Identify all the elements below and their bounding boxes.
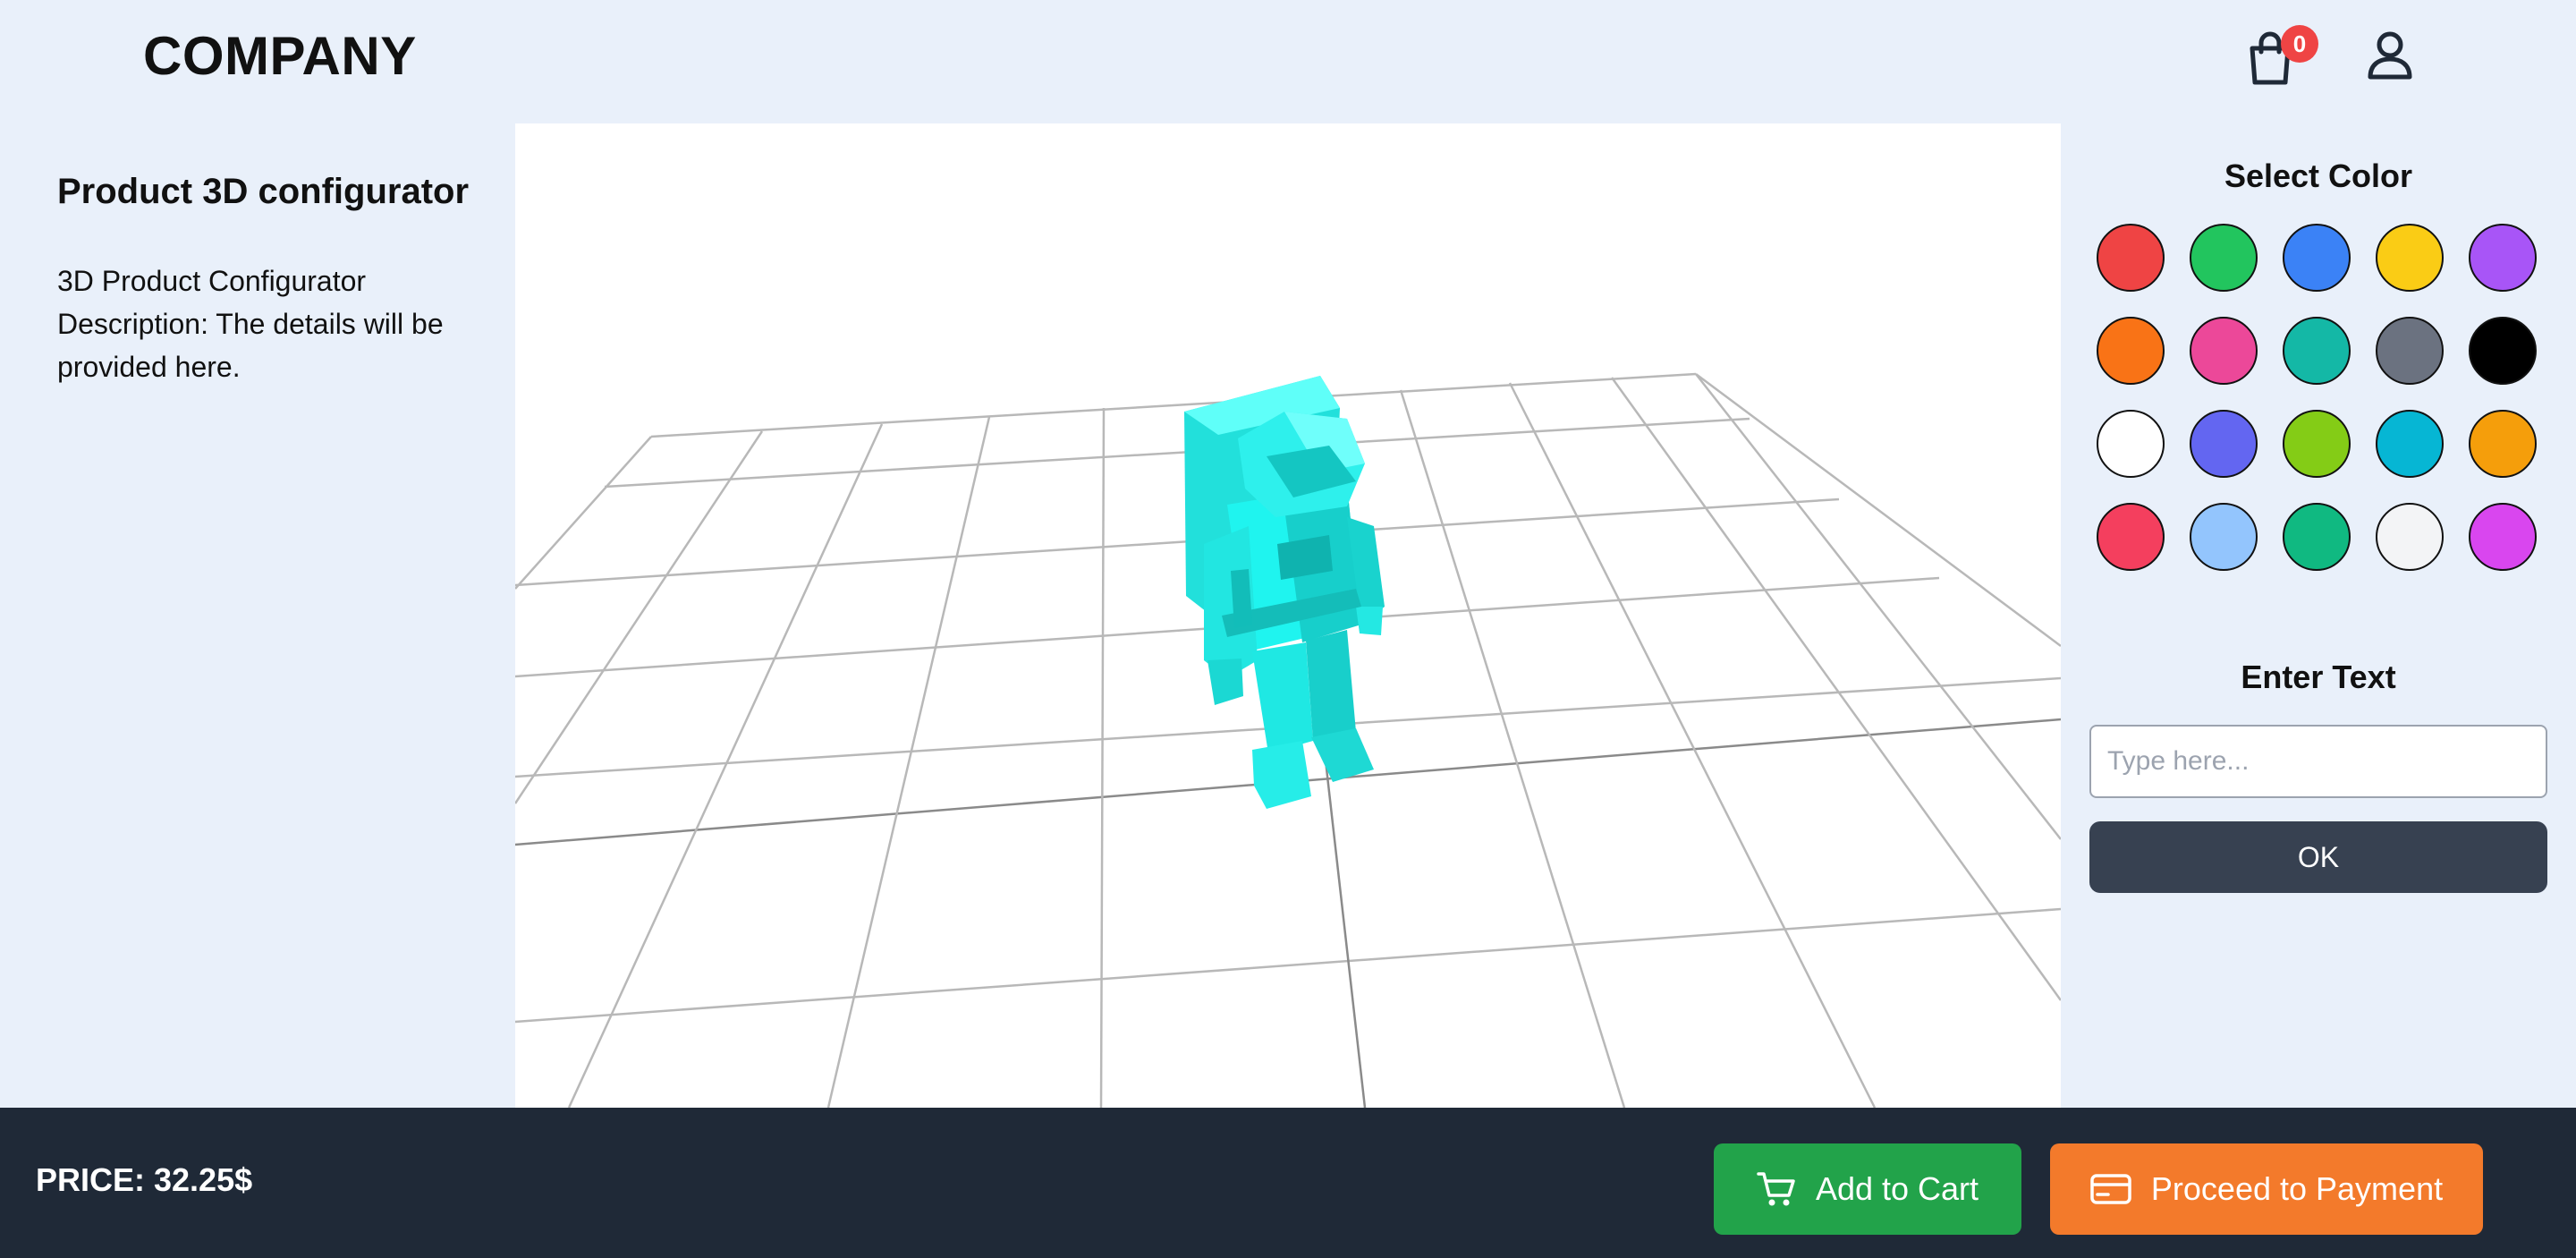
color-swatch[interactable] bbox=[2469, 317, 2537, 385]
select-color-title: Select Color bbox=[2224, 157, 2413, 194]
product-description: 3D Product Configurator Description: The… bbox=[57, 265, 444, 383]
color-swatch[interactable] bbox=[2283, 317, 2351, 385]
color-swatch[interactable] bbox=[2190, 503, 2258, 571]
color-swatch[interactable] bbox=[2190, 410, 2258, 478]
user-icon bbox=[2368, 31, 2412, 80]
add-to-cart-label: Add to Cart bbox=[1815, 1170, 1979, 1207]
3d-viewport[interactable] bbox=[515, 123, 2061, 1108]
color-swatch[interactable] bbox=[2097, 317, 2165, 385]
color-swatch[interactable] bbox=[2097, 224, 2165, 292]
cart-icon bbox=[1757, 1172, 1795, 1206]
product-title: Product 3D configurator bbox=[57, 172, 470, 211]
color-swatch[interactable] bbox=[2190, 224, 2258, 292]
color-swatch[interactable] bbox=[2097, 410, 2165, 478]
proceed-to-payment-button[interactable]: Proceed to Payment bbox=[2050, 1143, 2483, 1235]
custom-text-input[interactable] bbox=[2089, 725, 2547, 798]
color-swatch[interactable] bbox=[2097, 503, 2165, 571]
color-swatch[interactable] bbox=[2376, 503, 2444, 571]
color-swatch[interactable] bbox=[2469, 224, 2537, 292]
brand-logo[interactable]: COMPANY bbox=[143, 25, 417, 87]
color-swatch[interactable] bbox=[2283, 224, 2351, 292]
proceed-to-payment-label: Proceed to Payment bbox=[2150, 1170, 2444, 1207]
user-account-button[interactable] bbox=[2367, 30, 2413, 81]
enter-text-title: Enter Text bbox=[2241, 659, 2396, 695]
cart-count-badge: 0 bbox=[2281, 25, 2318, 63]
color-swatch[interactable] bbox=[2376, 317, 2444, 385]
color-swatch[interactable] bbox=[2376, 224, 2444, 292]
cart-button[interactable]: 0 bbox=[2243, 23, 2318, 86]
astronaut-model[interactable] bbox=[515, 123, 2061, 1108]
color-swatch[interactable] bbox=[2190, 317, 2258, 385]
credit-card-icon bbox=[2090, 1174, 2131, 1204]
add-to-cart-button[interactable]: Add to Cart bbox=[1714, 1143, 2021, 1235]
color-swatch[interactable] bbox=[2283, 503, 2351, 571]
color-swatch[interactable] bbox=[2283, 410, 2351, 478]
ok-button[interactable]: OK bbox=[2089, 821, 2547, 893]
footer-bar: PRICE: 32.25$ Add to Cart Proceed to Pay… bbox=[0, 1108, 2576, 1258]
color-swatch[interactable] bbox=[2469, 503, 2537, 571]
price-label: PRICE: 32.25$ bbox=[36, 1161, 253, 1198]
color-swatch[interactable] bbox=[2469, 410, 2537, 478]
color-swatch[interactable] bbox=[2376, 410, 2444, 478]
